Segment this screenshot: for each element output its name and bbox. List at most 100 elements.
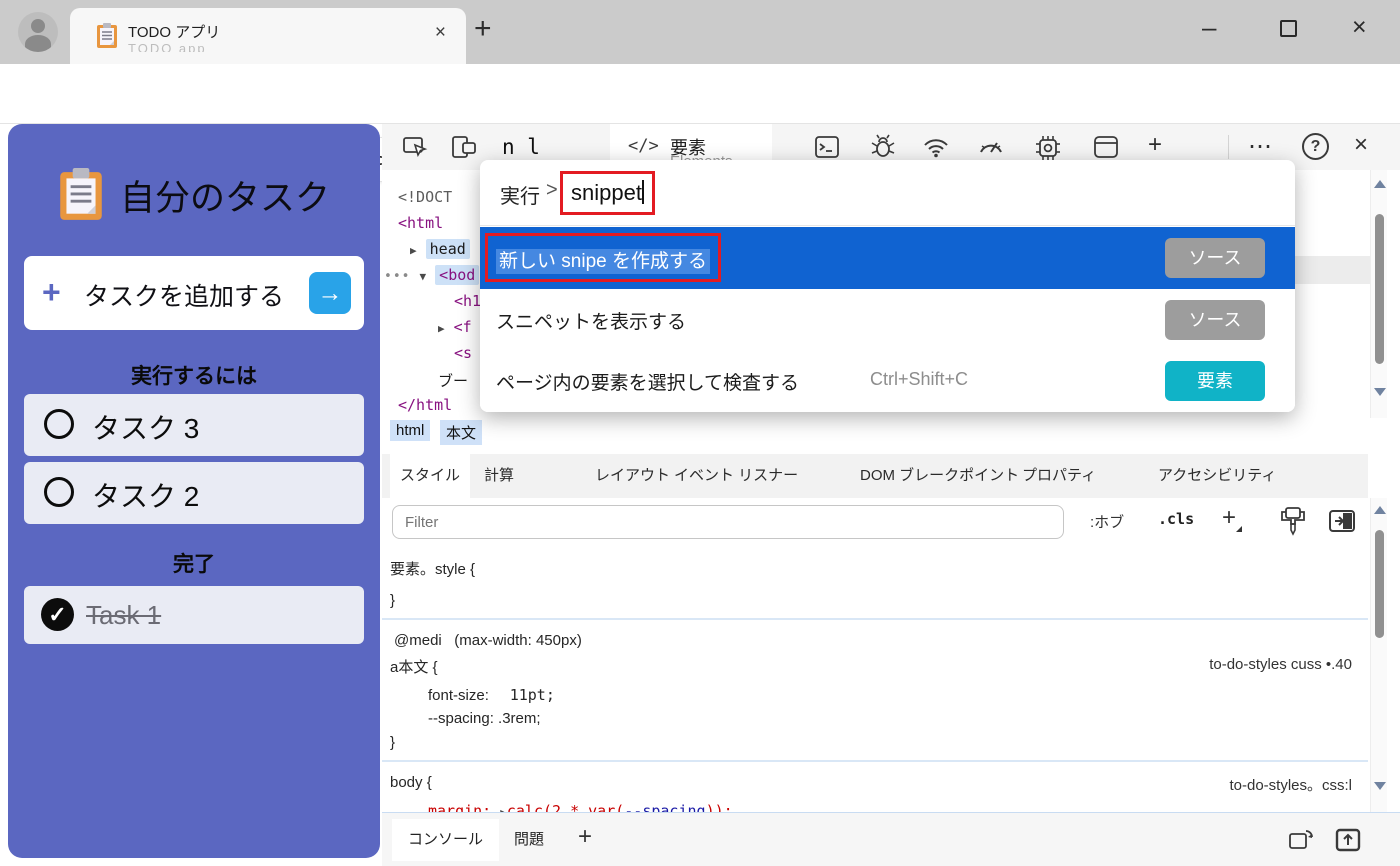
- css-selector[interactable]: 要素。style {: [390, 558, 475, 579]
- class-toggle-button[interactable]: .cls: [1158, 510, 1194, 528]
- console-panel-icon[interactable]: [814, 134, 840, 160]
- styles-scrollbar[interactable]: [1370, 498, 1387, 812]
- window-minimize-button[interactable]: –: [1202, 12, 1216, 43]
- css-selector[interactable]: a本文 {: [390, 656, 438, 677]
- command-input-row[interactable]: 実行 > snippet: [480, 160, 1295, 226]
- dom-row-highlight: [1294, 256, 1370, 284]
- toggle-sidebar-icon[interactable]: [1328, 508, 1356, 534]
- done-task-row[interactable]: ✓ Task 1: [24, 586, 364, 644]
- tab-console[interactable]: コンソール: [392, 819, 499, 861]
- tab-accessibility[interactable]: アクセシビリティ: [1148, 454, 1286, 498]
- tab-close-icon[interactable]: ×: [435, 22, 446, 44]
- help-icon[interactable]: ?: [1302, 133, 1329, 160]
- styles-rules-pane: 要素。style { } @medi (max-width: 450px) a本…: [382, 546, 1368, 812]
- scroll-up-icon[interactable]: [1374, 506, 1386, 514]
- more-actions-icon[interactable]: •••: [384, 269, 410, 284]
- new-style-rule-button[interactable]: +: [1222, 504, 1236, 532]
- css-property[interactable]: --spacing: .3rem;: [428, 710, 541, 727]
- dom-node[interactable]: </html: [398, 396, 452, 414]
- scroll-down-icon[interactable]: [1374, 388, 1386, 396]
- css-source-link[interactable]: to-do-styles cuss •.40: [1209, 656, 1352, 673]
- devtools-more-menu-icon[interactable]: ⋯: [1248, 132, 1272, 161]
- device-emulation-icon[interactable]: [450, 134, 478, 160]
- toolbar-divider: [1228, 135, 1229, 159]
- dom-text-node[interactable]: ブー: [438, 370, 468, 391]
- scroll-up-icon[interactable]: [1374, 180, 1386, 188]
- expand-quick-view-icon[interactable]: [1334, 826, 1362, 854]
- tab-dom-breakpoints[interactable]: DOM ブレークポイント: [850, 454, 1029, 498]
- expand-icon[interactable]: ▶: [410, 244, 417, 257]
- dom-node-head[interactable]: ▶ head: [410, 240, 470, 258]
- dom-node[interactable]: <!DOCT: [398, 188, 452, 206]
- dom-node[interactable]: ▶ <f: [438, 318, 472, 336]
- network-wifi-icon[interactable]: [922, 134, 950, 160]
- application-icon[interactable]: [1092, 134, 1120, 160]
- tab-properties[interactable]: プロパティ: [1012, 454, 1106, 498]
- screen: TODO アプリ TODO app × + – × ← ↻ https://mi…: [0, 0, 1400, 866]
- palette-item-show-snippets[interactable]: スニペットを表示する ソース: [480, 289, 1295, 351]
- tab-event-listeners[interactable]: イベント リスナー: [664, 454, 808, 498]
- todo-section-heading: 実行するには: [8, 360, 380, 390]
- add-task-input[interactable]: + タスクを追加する →: [24, 256, 364, 330]
- devtools-panel: n l </> 要素 Elements: [382, 124, 1400, 866]
- tab-computed[interactable]: 計算: [474, 454, 524, 498]
- tab-issues[interactable]: 問題: [498, 819, 560, 861]
- css-selector[interactable]: body {: [390, 774, 432, 791]
- styles-filter-input[interactable]: [392, 505, 1064, 539]
- browser-tab[interactable]: TODO アプリ TODO app ×: [70, 8, 466, 64]
- dom-scrollbar[interactable]: [1370, 170, 1387, 418]
- task-checked-icon[interactable]: ✓: [41, 598, 74, 631]
- inspect-element-icon[interactable]: [402, 134, 428, 160]
- format-brush-icon[interactable]: [1280, 506, 1306, 536]
- dom-node-body-selected[interactable]: ••• ▼ <bod: [384, 266, 479, 284]
- task-checkbox-icon[interactable]: [44, 477, 74, 507]
- source-badge: ソース: [1165, 300, 1265, 340]
- dom-node[interactable]: <h1: [454, 292, 481, 310]
- memory-chip-icon[interactable]: [1034, 134, 1062, 162]
- elements-badge: 要素: [1165, 361, 1265, 401]
- command-palette: 実行 > snippet 新しい snipe を作成する ソース スニペットを表…: [480, 160, 1295, 412]
- scroll-thumb[interactable]: [1375, 530, 1384, 638]
- debugger-bug-icon[interactable]: [870, 134, 896, 160]
- breadcrumb-body[interactable]: 本文: [440, 420, 482, 445]
- add-drawer-tab-icon[interactable]: +: [578, 823, 592, 851]
- task-row[interactable]: タスク 3: [24, 394, 364, 456]
- scroll-down-icon[interactable]: [1374, 782, 1386, 790]
- palette-item-inspect-element[interactable]: ページ内の要素を選択して検査する Ctrl+Shift+C 要素: [480, 350, 1295, 412]
- add-task-submit-button[interactable]: →: [309, 272, 351, 314]
- done-section-heading: 完了: [8, 548, 380, 578]
- tab-styles[interactable]: スタイル: [390, 454, 470, 498]
- add-task-placeholder: タスクを追加する: [84, 277, 284, 313]
- collapse-icon[interactable]: ▼: [420, 270, 427, 283]
- command-mode-label: 実行: [500, 180, 540, 209]
- css-source-link[interactable]: to-do-styles。css:l: [1229, 774, 1352, 795]
- command-query-text[interactable]: snippet: [571, 180, 642, 205]
- window-maximize-button[interactable]: [1280, 20, 1297, 37]
- more-tools-plus-icon[interactable]: +: [1148, 131, 1162, 159]
- hover-state-button[interactable]: :ホブ: [1090, 511, 1124, 532]
- window-close-button[interactable]: ×: [1352, 13, 1367, 42]
- profile-avatar[interactable]: [18, 12, 58, 52]
- annotation-box: snippet: [560, 171, 655, 215]
- palette-item-create-snippet[interactable]: 新しい snipe を作成する ソース: [480, 227, 1295, 289]
- restore-frame-icon[interactable]: [1287, 826, 1315, 854]
- scroll-thumb[interactable]: [1375, 214, 1384, 364]
- task-row[interactable]: タスク 2: [24, 462, 364, 524]
- toolbar-artifact-text: n l: [502, 135, 540, 159]
- dom-node[interactable]: <s: [454, 344, 472, 362]
- dom-node[interactable]: <html: [398, 214, 443, 232]
- rule-divider: [382, 618, 1368, 620]
- clipboard-icon: [58, 168, 104, 222]
- css-media-query[interactable]: @medi (max-width: 450px): [394, 632, 582, 649]
- annotation-box: 新しい snipe を作成する: [485, 233, 721, 282]
- devtools-close-icon[interactable]: ×: [1354, 131, 1368, 159]
- performance-gauge-icon[interactable]: [977, 134, 1005, 160]
- breadcrumb-html[interactable]: html: [390, 420, 430, 441]
- task-checkbox-icon[interactable]: [44, 409, 74, 439]
- css-property[interactable]: margin: ▶calc(2 * var(--spacing));: [428, 802, 733, 812]
- todo-app-panel: 自分のタスク + タスクを追加する → 実行するには タスク 3 タスク 2 完…: [8, 124, 380, 858]
- css-property[interactable]: font-size: 11pt;: [428, 686, 555, 704]
- new-tab-button[interactable]: +: [474, 12, 492, 46]
- source-badge: ソース: [1165, 238, 1265, 278]
- plus-icon: +: [42, 274, 61, 311]
